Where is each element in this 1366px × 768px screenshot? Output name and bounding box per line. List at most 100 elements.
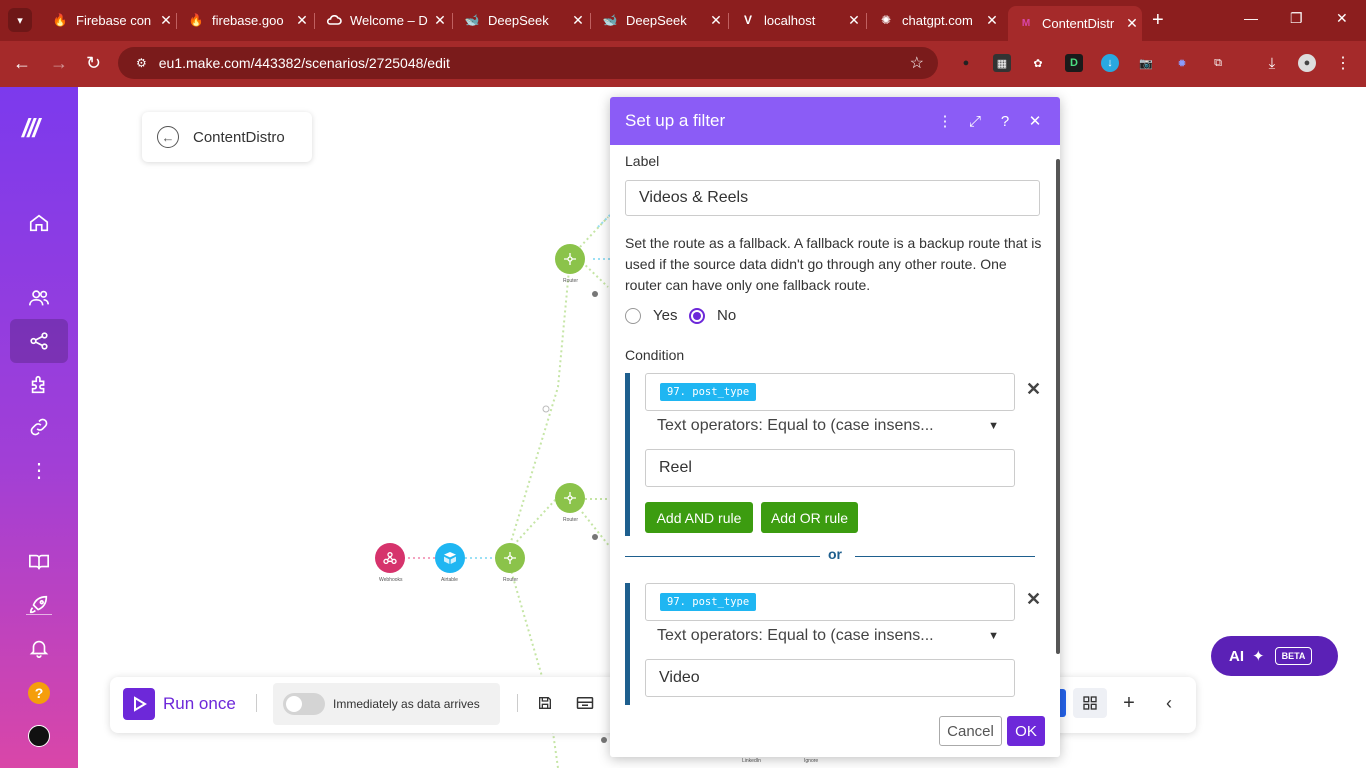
router-module[interactable] bbox=[555, 244, 585, 274]
schedule-toggle[interactable] bbox=[283, 693, 325, 715]
extension-icon[interactable]: ✹ bbox=[1173, 54, 1191, 72]
browser-tab-bar: ▾ 🔥 Firebase con ✕ 🔥 firebase.goo ✕ Welc… bbox=[0, 0, 1366, 41]
condition-field-input[interactable]: 97. post_type bbox=[645, 583, 1015, 621]
close-tab-icon[interactable]: ✕ bbox=[292, 12, 312, 29]
extension-icon[interactable]: ● bbox=[957, 54, 975, 72]
scenarios-share-icon[interactable] bbox=[10, 319, 68, 363]
back-arrow-icon[interactable]: ← bbox=[13, 53, 31, 73]
module-label: Ignore bbox=[804, 758, 819, 764]
make-logo[interactable]: /// bbox=[22, 113, 40, 144]
v-icon: V bbox=[743, 13, 752, 27]
grid-view-icon[interactable] bbox=[1073, 688, 1107, 718]
minimize-icon[interactable]: — bbox=[1244, 10, 1258, 26]
operator-select[interactable]: Text operators: Equal to (case insens...… bbox=[657, 623, 1007, 649]
new-tab-icon[interactable]: + bbox=[1152, 10, 1164, 30]
link-icon[interactable] bbox=[10, 405, 68, 449]
help-icon[interactable]: ? bbox=[990, 113, 1020, 130]
ok-button[interactable]: OK bbox=[1007, 716, 1045, 746]
close-icon[interactable]: ✕ bbox=[1020, 112, 1050, 130]
team-icon[interactable] bbox=[10, 276, 68, 320]
scenario-back-card[interactable]: ← ContentDistro bbox=[142, 112, 312, 162]
more-options-icon[interactable]: ⋮ bbox=[930, 112, 960, 130]
chevron-left-icon[interactable]: ‹ bbox=[1160, 693, 1178, 713]
browser-tab[interactable]: 🔥 firebase.goo ✕ bbox=[178, 6, 312, 34]
close-tab-icon[interactable]: ✕ bbox=[1122, 15, 1142, 32]
reload-icon[interactable]: ↻ bbox=[86, 53, 101, 73]
operator-select[interactable]: Text operators: Equal to (case insens...… bbox=[657, 413, 1007, 439]
browser-menu-icon[interactable]: ⋮ bbox=[1334, 54, 1352, 72]
downloads-icon[interactable]: ⤓ bbox=[1263, 54, 1281, 72]
site-info-icon[interactable]: ⚙ bbox=[136, 56, 147, 70]
remove-rule-icon[interactable]: ✕ bbox=[1026, 379, 1041, 400]
extension-icon[interactable]: D bbox=[1065, 54, 1083, 72]
rocket-icon[interactable] bbox=[10, 583, 68, 627]
close-tab-icon[interactable]: ✕ bbox=[982, 12, 1002, 29]
camera-icon[interactable]: 📷 bbox=[1137, 54, 1155, 72]
close-tab-icon[interactable]: ✕ bbox=[706, 12, 726, 29]
router-module[interactable] bbox=[495, 543, 525, 573]
schedule-setting[interactable]: Immediately as data arrives bbox=[273, 683, 500, 725]
condition-group-bar bbox=[625, 583, 630, 705]
add-and-rule-button[interactable]: Add AND rule bbox=[645, 502, 753, 533]
profile-avatar[interactable]: ● bbox=[1298, 54, 1316, 72]
dialog-scrollbar[interactable] bbox=[1056, 159, 1060, 654]
scheduling-icon[interactable] bbox=[576, 694, 594, 712]
remove-rule-icon[interactable]: ✕ bbox=[1026, 589, 1041, 610]
condition-value-input[interactable]: Video bbox=[645, 659, 1015, 697]
schedule-label: Immediately as data arrives bbox=[333, 697, 480, 711]
expand-icon[interactable]: ⤢ bbox=[960, 113, 990, 130]
condition-field-input[interactable]: 97. post_type bbox=[645, 373, 1015, 411]
restore-icon[interactable]: ❐ bbox=[1290, 10, 1303, 27]
home-icon[interactable] bbox=[10, 201, 68, 245]
save-icon[interactable] bbox=[536, 694, 554, 712]
deepseek-icon: 🐋 bbox=[602, 13, 618, 27]
field-pill: 97. post_type bbox=[660, 383, 757, 401]
browser-tab[interactable]: 🐋 DeepSeek ✕ bbox=[454, 6, 588, 34]
book-icon[interactable] bbox=[10, 540, 68, 584]
browser-tab-active[interactable]: M ContentDistr ✕ bbox=[1008, 6, 1142, 41]
run-once-button[interactable]: Run once bbox=[123, 688, 236, 720]
add-icon[interactable]: + bbox=[1120, 692, 1138, 714]
module-label: LinkedIn bbox=[742, 758, 761, 764]
fallback-no-radio[interactable]: No bbox=[689, 307, 736, 324]
browser-tab[interactable]: Welcome – D ✕ bbox=[316, 6, 450, 34]
browser-tab[interactable]: V localhost ✕ bbox=[730, 6, 864, 34]
ai-assistant-button[interactable]: AI ✦ BETA bbox=[1211, 636, 1338, 676]
more-options-icon[interactable]: ⋮ bbox=[10, 448, 68, 492]
tab-search-icon[interactable]: ▾ bbox=[8, 8, 32, 32]
webhooks-module[interactable] bbox=[375, 543, 405, 573]
label-input[interactable]: Videos & Reels bbox=[625, 180, 1040, 216]
forward-arrow-icon[interactable]: → bbox=[50, 53, 68, 73]
condition-value-input[interactable]: Reel bbox=[645, 449, 1015, 487]
puzzle-icon[interactable] bbox=[10, 363, 68, 407]
close-tab-icon[interactable]: ✕ bbox=[156, 12, 176, 29]
add-or-rule-button[interactable]: Add OR rule bbox=[761, 502, 858, 533]
extension-icon[interactable]: ✿ bbox=[1029, 54, 1047, 72]
close-tab-icon[interactable]: ✕ bbox=[430, 12, 450, 29]
close-tab-icon[interactable]: ✕ bbox=[844, 12, 864, 29]
fallback-yes-radio[interactable]: Yes bbox=[625, 307, 677, 324]
close-window-icon[interactable]: ✕ bbox=[1336, 10, 1348, 27]
help-icon[interactable]: ? bbox=[10, 671, 68, 715]
download-extension-icon[interactable]: ↓ bbox=[1101, 54, 1119, 72]
airtable-module[interactable] bbox=[435, 543, 465, 573]
browser-tab[interactable]: 🔥 Firebase con ✕ bbox=[42, 6, 176, 34]
toolbar-divider bbox=[256, 694, 257, 712]
dialog-footer: Cancel OK bbox=[610, 705, 1060, 757]
extension-icon[interactable]: ▦ bbox=[993, 54, 1011, 72]
bookmark-star-icon[interactable]: ☆ bbox=[910, 53, 924, 73]
make-icon: M bbox=[1021, 18, 1031, 29]
extensions-puzzle-icon[interactable]: ⧉ bbox=[1209, 54, 1227, 72]
close-tab-icon[interactable]: ✕ bbox=[568, 12, 588, 29]
url-bar[interactable]: ⚙ eu1.make.com/443382/scenarios/2725048/… bbox=[118, 47, 938, 79]
bell-icon[interactable] bbox=[10, 626, 68, 670]
back-arrow-icon[interactable]: ← bbox=[157, 126, 179, 148]
browser-tab[interactable]: 🐋 DeepSeek ✕ bbox=[592, 6, 726, 34]
cancel-button[interactable]: Cancel bbox=[939, 716, 1002, 746]
scenario-name: ContentDistro bbox=[193, 128, 285, 146]
module-label: Airtable bbox=[441, 577, 458, 583]
router-module[interactable] bbox=[555, 483, 585, 513]
browser-tab[interactable]: ✺ chatgpt.com ✕ bbox=[868, 6, 1002, 34]
user-avatar[interactable] bbox=[10, 714, 68, 758]
run-once-label: Run once bbox=[163, 694, 236, 713]
